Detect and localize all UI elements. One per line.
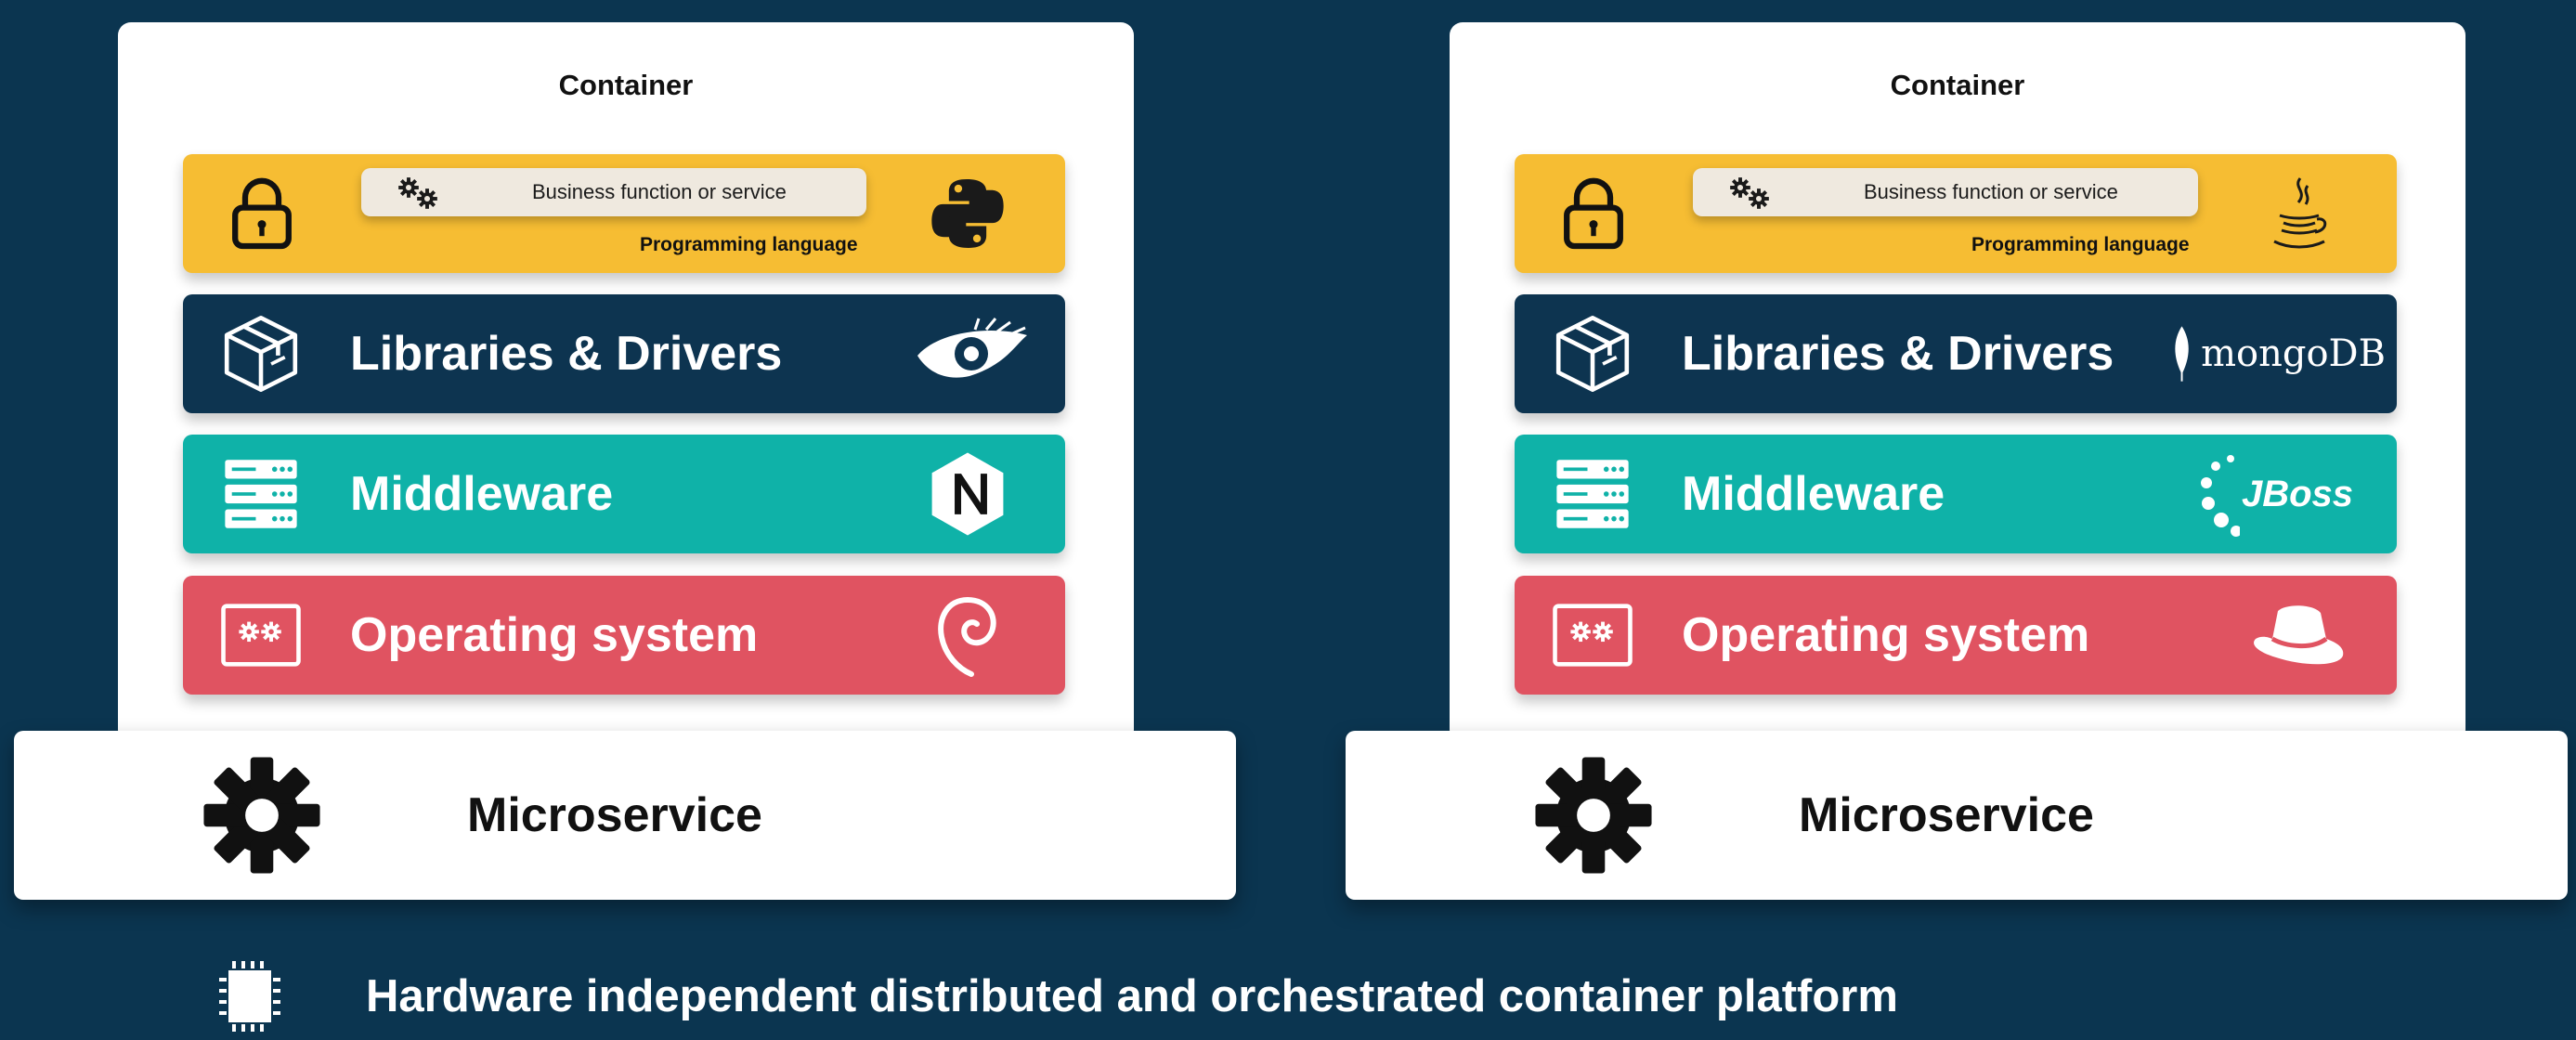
jboss-wordmark: JBoss [2241,473,2354,514]
business-function-label: Business function or service [532,180,787,203]
os-label: Operating system [1682,608,2090,662]
gears-icon [398,177,437,209]
libraries-label: Libraries & Drivers [1682,327,2114,381]
redhat-fedora-icon [2230,589,2369,682]
gears-icon [1730,177,1769,209]
language-layer: Business function or service Programming… [1515,154,2397,273]
middleware-layer: Middleware [183,435,1065,553]
server-rack-icon [218,451,304,537]
middleware-layer: Middleware JBoss [1515,435,2397,553]
java-cup-icon [2230,167,2369,260]
programming-language-label: Programming language [640,234,858,255]
os-label: Operating system [350,608,759,662]
jboss-dots-icon [2200,455,2240,537]
middleware-label: Middleware [1682,467,1945,521]
nginx-logo-icon [898,448,1037,540]
microservice-card-right: Microservice [1346,731,2568,900]
microservice-card-left: Microservice [14,731,1236,900]
lock-icon [220,171,304,254]
debian-swirl-icon [898,589,1037,682]
business-function-label: Business function or service [1864,180,2118,203]
gear-icon [1531,753,1656,878]
libraries-label: Libraries & Drivers [350,327,783,381]
microservice-label: Microservice [1799,788,2094,842]
mongodb-leaf-icon [2175,326,2189,382]
libraries-layer: Libraries & Drivers mongoDB [1515,294,2397,413]
programming-language-label: Programming language [1971,234,2190,255]
platform-label: Hardware independent distributed and orc… [366,971,1898,1021]
language-layer: Business function or service Programming… [183,154,1065,273]
container-card-left: Container Business function or service P… [118,22,1134,743]
jboss-logo: JBoss [2192,448,2360,540]
container-title: Container [1890,69,2025,101]
os-layer: Operating system [183,576,1065,695]
package-box-icon [218,311,304,396]
business-function-pill: Business function or service [361,168,866,216]
server-rack-icon [1550,451,1635,537]
os-layer: Operating system [1515,576,2397,695]
os-window-gears-icon [1550,598,1635,672]
microservice-label: Microservice [467,788,762,842]
mongodb-logo: mongoDB [2172,307,2386,400]
container-card-right: Container Business function or service P… [1450,22,2465,743]
lock-icon [1552,171,1635,254]
package-box-icon [1550,311,1635,396]
mongodb-wordmark: mongoDB [2201,332,2386,375]
cassandra-eye-icon [907,307,1037,400]
platform-row: Hardware independent distributed and orc… [219,958,1898,1034]
middleware-label: Middleware [350,467,614,521]
gear-icon [200,753,324,878]
python-logo-icon [898,167,1037,260]
libraries-layer: Libraries & Drivers [183,294,1065,413]
business-function-pill: Business function or service [1693,168,2198,216]
container-title: Container [558,69,694,101]
cpu-chip-icon [219,961,280,1032]
os-window-gears-icon [218,598,304,672]
